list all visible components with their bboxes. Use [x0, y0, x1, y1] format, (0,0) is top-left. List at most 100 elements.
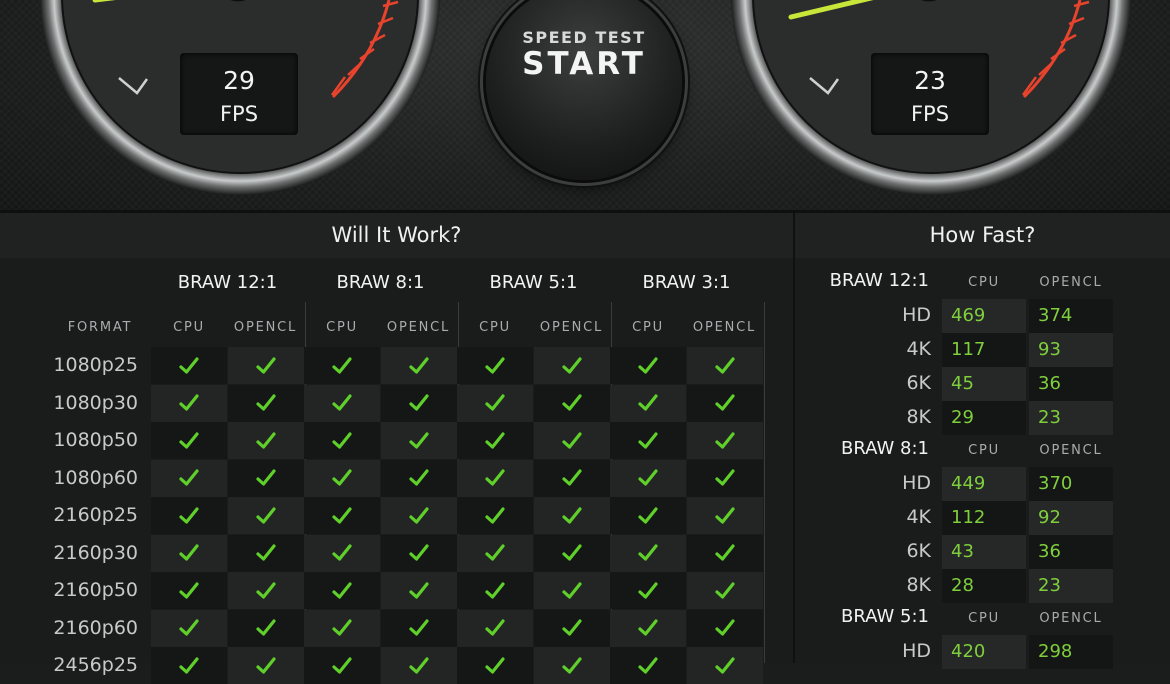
compat-cell — [304, 459, 380, 497]
format-label: 1080p50 — [53, 429, 138, 451]
opencl-fps-unit: FPS — [910, 102, 950, 126]
opencl-fps-value: 23 — [1029, 401, 1113, 435]
compat-cell — [610, 422, 686, 459]
how-fast-col-header-opencl: OPENCL — [1039, 275, 1103, 290]
column-header-opencl: OPENCL — [692, 320, 757, 335]
checkmark-icon — [332, 431, 352, 449]
compat-cell — [151, 572, 227, 609]
will-it-work-title: Will It Work? — [331, 223, 462, 247]
resolution-label: 8K — [906, 406, 931, 428]
format-label: 1080p25 — [53, 354, 138, 376]
compat-cell — [457, 384, 533, 422]
checkmark-icon — [255, 431, 276, 449]
how-fast-group-title: BRAW 8:1 — [841, 438, 929, 459]
cpu-fps-value: 117 — [942, 333, 1026, 367]
compat-cell — [686, 497, 763, 534]
checkmark-icon — [255, 544, 276, 561]
checkmark-icon — [485, 619, 505, 636]
opencl-fps-value: 298 — [1029, 635, 1113, 669]
checkmark-icon — [485, 394, 505, 411]
checkmark-icon — [714, 506, 735, 524]
cpu-fps-value: 29 — [942, 401, 1026, 435]
checkmark-icon — [255, 356, 276, 374]
compat-cell — [227, 497, 304, 534]
gauge-area: 29 FPS 23 FPS SPEED TEST START — [0, 0, 1170, 210]
opencl-fps-value: 374 — [1029, 299, 1113, 333]
format-label: 1080p30 — [53, 391, 138, 414]
compat-cell — [610, 534, 686, 572]
how-fast-col-header-cpu: CPU — [968, 611, 1000, 626]
cpu-fps-value: 29 — [223, 66, 255, 95]
compat-cell — [457, 347, 533, 384]
checkmark-icon — [408, 581, 429, 599]
opencl-fps-value: 36 — [1029, 535, 1113, 569]
compat-cell — [380, 459, 457, 497]
compat-cell — [227, 384, 304, 422]
checkmark-icon — [179, 431, 199, 449]
start-button-small-label: SPEED TEST — [522, 28, 646, 47]
compat-cell — [686, 609, 763, 647]
column-header-opencl: OPENCL — [539, 320, 604, 335]
format-label: 2160p30 — [53, 541, 138, 564]
checkmark-icon — [332, 469, 352, 486]
compat-cell — [686, 347, 763, 384]
opencl-fps-value: 93 — [1029, 333, 1113, 367]
compat-cell — [304, 347, 380, 384]
compat-cell — [686, 459, 763, 497]
compat-cell — [533, 534, 610, 572]
compat-cell — [304, 572, 380, 609]
checkmark-icon — [332, 356, 352, 374]
compat-cell — [533, 572, 610, 609]
checkmark-icon — [255, 506, 276, 524]
checkmark-icon — [408, 619, 429, 636]
compat-cell — [457, 497, 533, 534]
checkmark-icon — [714, 656, 735, 674]
checkmark-icon — [714, 394, 735, 411]
speed-test-start-button[interactable]: SPEED TEST START — [486, 0, 682, 180]
checkmark-icon — [714, 469, 735, 486]
compat-cell — [457, 647, 533, 684]
cpu-fps-value: 112 — [942, 501, 1026, 535]
cpu-fps-value: 469 — [942, 299, 1026, 333]
checkmark-icon — [485, 469, 505, 486]
cpu-fps-gauge: 29 FPS — [35, 0, 445, 195]
how-fast-group-title: BRAW 12:1 — [829, 270, 929, 291]
compat-cell — [304, 534, 380, 572]
checkmark-icon — [561, 506, 582, 524]
compat-cell — [151, 647, 227, 684]
compat-cell — [686, 384, 763, 422]
compat-cell — [304, 422, 380, 459]
compat-cell — [380, 422, 457, 459]
checkmark-icon — [485, 356, 505, 374]
compat-cell — [227, 609, 304, 647]
compat-cell — [457, 609, 533, 647]
checkmark-icon — [714, 581, 735, 599]
compat-cell — [533, 422, 610, 459]
compat-cell — [457, 459, 533, 497]
group-divider — [764, 302, 765, 663]
how-fast-title: How Fast? — [929, 223, 1036, 247]
checkmark-icon — [408, 656, 429, 674]
column-header-cpu: CPU — [632, 320, 664, 335]
group-title-1: BRAW 8:1 — [336, 272, 425, 293]
opencl-fps-value: 23 — [1029, 569, 1113, 603]
checkmark-icon — [485, 506, 505, 524]
compat-cell — [686, 647, 763, 684]
checkmark-icon — [255, 581, 276, 599]
compat-cell — [610, 384, 686, 422]
checkmark-icon — [179, 581, 199, 599]
compat-cell — [151, 384, 227, 422]
format-label: 2160p60 — [53, 616, 138, 639]
checkmark-icon — [255, 656, 276, 674]
resolution-label: 4K — [906, 338, 931, 360]
resolution-label: 4K — [906, 506, 931, 528]
compat-cell — [610, 647, 686, 684]
compat-cell — [227, 534, 304, 572]
compat-cell — [610, 347, 686, 384]
checkmark-icon — [638, 469, 658, 486]
checkmark-icon — [332, 619, 352, 636]
compat-cell — [457, 572, 533, 609]
checkmark-icon — [714, 356, 735, 374]
checkmark-icon — [179, 544, 199, 561]
checkmark-icon — [638, 544, 658, 561]
